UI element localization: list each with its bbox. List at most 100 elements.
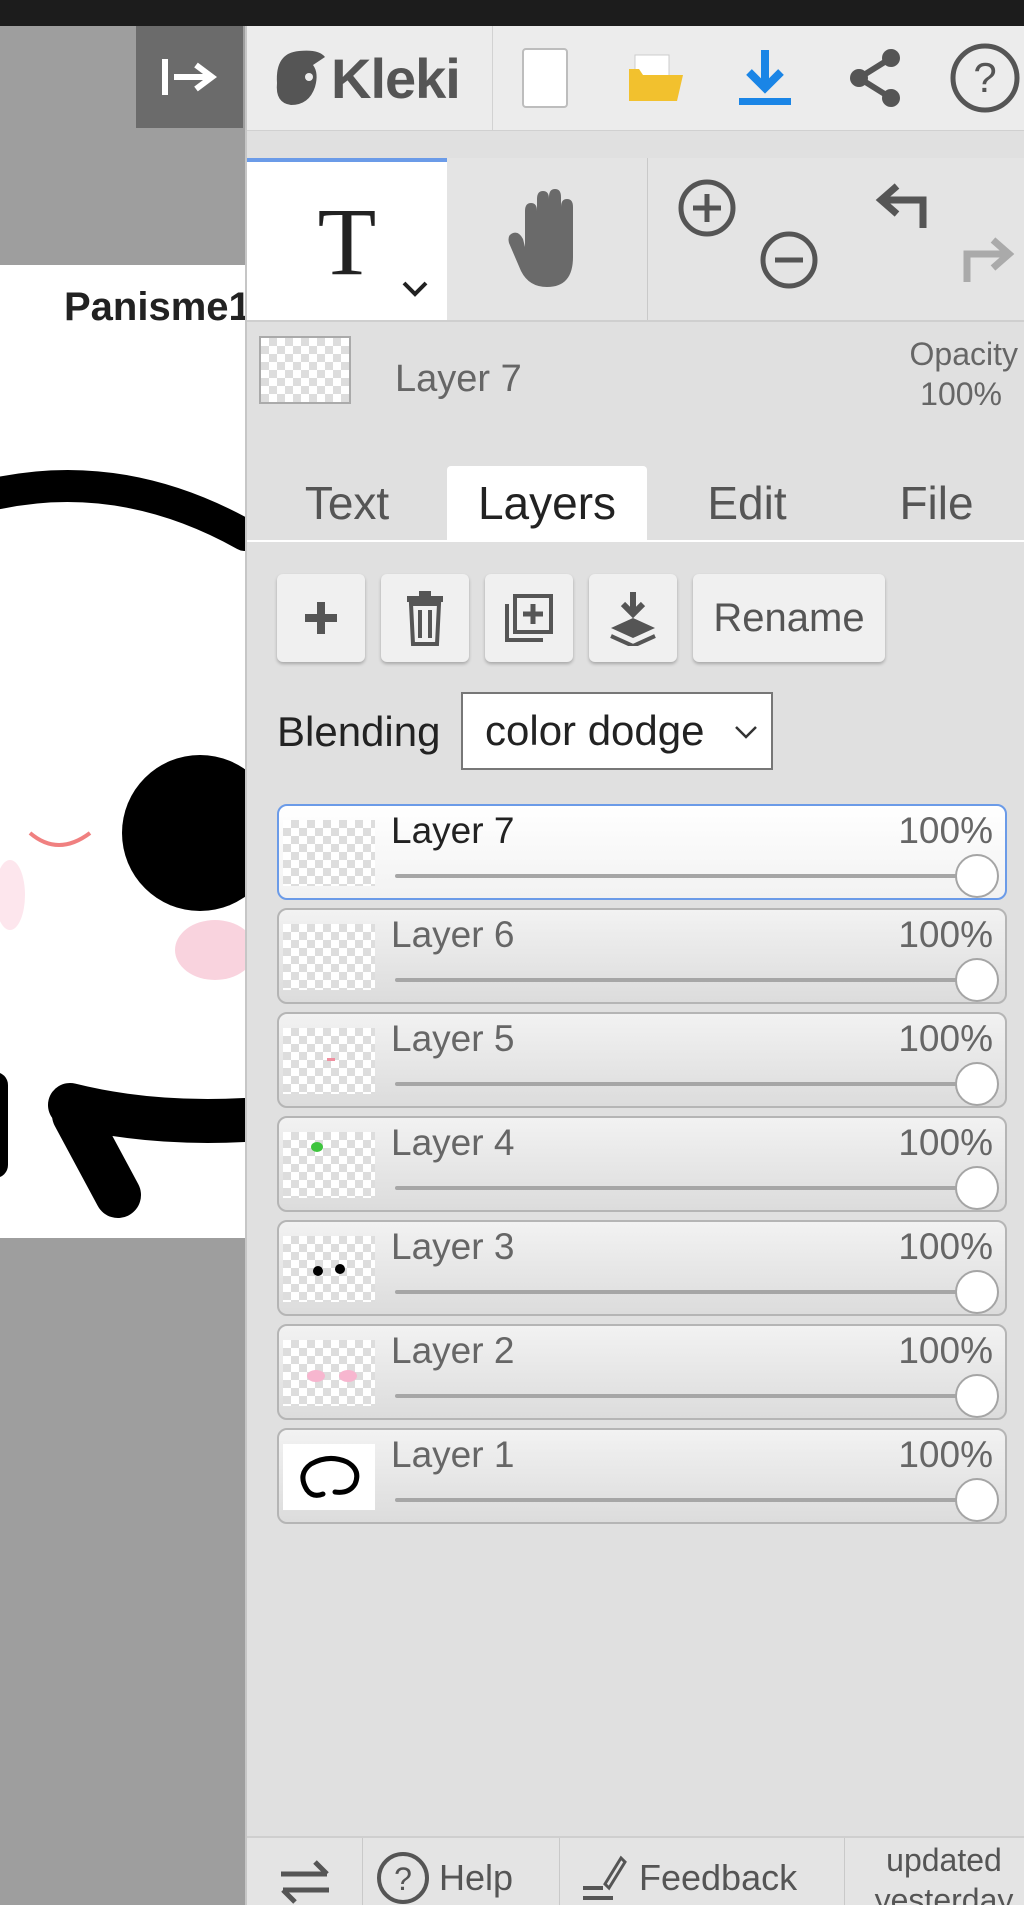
panel-tabs: Text Layers Edit File — [247, 436, 1024, 542]
thumbnail-drawing — [300, 1456, 360, 1498]
duplicate-layer-button[interactable] — [485, 574, 573, 662]
layer-opacity: 100% — [898, 1018, 993, 1059]
zoom-in-icon[interactable] — [677, 178, 737, 238]
tab-edit[interactable]: Edit — [647, 466, 847, 540]
share-icon — [850, 49, 900, 107]
duplicate-icon — [505, 594, 553, 642]
panel-footer: ? Help Feedback updated yesterday — [247, 1836, 1024, 1905]
layer-opacity-slider-handle[interactable] — [955, 1166, 999, 1210]
layer-opacity-slider-handle[interactable] — [955, 854, 999, 898]
collapse-panel-button[interactable] — [136, 26, 243, 128]
layer-opacity-slider-track[interactable] — [395, 1186, 985, 1190]
trash-icon — [407, 591, 443, 646]
kleki-logo-icon — [276, 50, 325, 105]
logo-text: Kleki — [331, 46, 461, 110]
layer-opacity-slider-handle[interactable] — [955, 958, 999, 1002]
feedback-label: Feedback — [639, 1857, 798, 1898]
footer-divider — [362, 1838, 363, 1905]
thumbnail-mark — [311, 1142, 323, 1152]
plus-icon — [305, 602, 337, 634]
update-info[interactable]: updated yesterday — [859, 1840, 1024, 1905]
layer-opacity: 100% — [898, 810, 993, 851]
layer-row-2[interactable]: Layer 2 100% — [277, 1324, 1007, 1420]
layer-opacity-slider-handle[interactable] — [955, 1374, 999, 1418]
chevron-down-icon — [735, 726, 757, 739]
new-image-button[interactable] — [507, 40, 583, 116]
kleki-logo[interactable]: Kleki — [269, 34, 469, 122]
zoom-out-icon[interactable] — [759, 230, 819, 290]
layer-thumbnail — [283, 1444, 375, 1510]
merge-down-button[interactable] — [589, 574, 677, 662]
current-layer-thumbnail — [259, 336, 351, 404]
drawing-canvas[interactable]: Panisme1 — [0, 265, 245, 1238]
updated-line-2: yesterday — [874, 1882, 1014, 1905]
thumbnail-mark — [335, 1264, 345, 1274]
opacity-value: 100% — [920, 376, 1002, 412]
thumbnail-mark — [339, 1370, 357, 1382]
layer-opacity-slider-handle[interactable] — [955, 1478, 999, 1522]
layer-opacity-slider-track[interactable] — [395, 1498, 985, 1502]
layer-opacity-slider-track[interactable] — [395, 1394, 985, 1398]
delete-layer-button[interactable] — [381, 574, 469, 662]
layer-row-1[interactable]: Layer 1 100% — [277, 1428, 1007, 1524]
layer-row-6[interactable]: Layer 6 100% — [277, 908, 1007, 1004]
layer-thumbnail — [283, 924, 375, 990]
add-layer-button[interactable] — [277, 574, 365, 662]
swap-side-icon[interactable] — [277, 1856, 333, 1904]
blending-select-value: color dodge — [485, 707, 705, 754]
folder-icon — [629, 54, 683, 101]
collapse-arrow-icon — [161, 59, 217, 95]
layer-name: Layer 5 — [391, 1018, 515, 1059]
text-tool-icon: T — [317, 187, 377, 295]
help-link[interactable]: ? Help — [375, 1850, 513, 1905]
layer-thumbnail — [283, 820, 375, 886]
question-icon: ? — [377, 1852, 429, 1904]
footer-divider — [844, 1838, 845, 1905]
share-button[interactable] — [837, 40, 913, 116]
blending-select[interactable]: color dodge — [461, 692, 773, 770]
layer-opacity-slider-handle[interactable] — [955, 1062, 999, 1106]
tab-file[interactable]: File — [847, 466, 1024, 540]
layer-row-5[interactable]: Layer 5 100% — [277, 1012, 1007, 1108]
app-header: Kleki ? — [247, 26, 1024, 131]
layer-row-7[interactable]: Layer 7 100% — [277, 804, 1007, 900]
layer-opacity: 100% — [898, 1122, 993, 1163]
save-button[interactable] — [727, 40, 803, 116]
layer-row-4[interactable]: Layer 4 100% — [277, 1116, 1007, 1212]
tool-row: T — [247, 158, 1024, 322]
hand-icon — [508, 189, 573, 287]
layer-opacity-slider-track[interactable] — [395, 1290, 985, 1294]
help-button[interactable]: ? — [947, 40, 1023, 116]
layer-opacity-slider-handle[interactable] — [955, 1270, 999, 1314]
layer-opacity-slider-track[interactable] — [395, 874, 985, 878]
footer-divider — [559, 1838, 560, 1905]
layer-opacity-slider-track[interactable] — [395, 1082, 985, 1086]
layer-opacity-slider-track[interactable] — [395, 978, 985, 982]
thumbnail-mark — [327, 1058, 335, 1061]
redo-icon[interactable] — [957, 232, 1017, 288]
layer-thumbnail — [283, 1236, 375, 1302]
layer-opacity: 100% — [898, 914, 993, 955]
hand-tool-button[interactable] — [447, 158, 647, 320]
undo-icon[interactable] — [873, 178, 933, 234]
tab-layers[interactable]: Layers — [447, 466, 647, 540]
open-file-button[interactable] — [617, 40, 693, 116]
opacity-label: Opacity — [909, 336, 1018, 372]
layer-thumbnail — [283, 1028, 375, 1094]
current-layer-name: Layer 7 — [395, 358, 522, 400]
canvas-artwork — [0, 470, 245, 1218]
thumbnail-mark — [313, 1266, 323, 1276]
feedback-link[interactable]: Feedback — [579, 1852, 797, 1904]
chevron-down-icon[interactable] — [401, 280, 429, 298]
feedback-pencil-icon — [583, 1855, 627, 1900]
layer-name: Layer 2 — [391, 1330, 515, 1371]
layer-row-3[interactable]: Layer 3 100% — [277, 1220, 1007, 1316]
tab-text[interactable]: Text — [247, 466, 447, 540]
side-panel: Kleki ? T Layer 7 Opacity 100% Text Laye… — [245, 26, 1024, 1905]
rename-layer-button[interactable]: Rename — [693, 574, 885, 662]
layer-name: Layer 3 — [391, 1226, 515, 1267]
text-tool-button[interactable]: T — [247, 158, 447, 320]
svg-text:?: ? — [394, 1861, 412, 1897]
new-file-icon — [522, 48, 568, 108]
layer-opacity: 100% — [898, 1330, 993, 1371]
